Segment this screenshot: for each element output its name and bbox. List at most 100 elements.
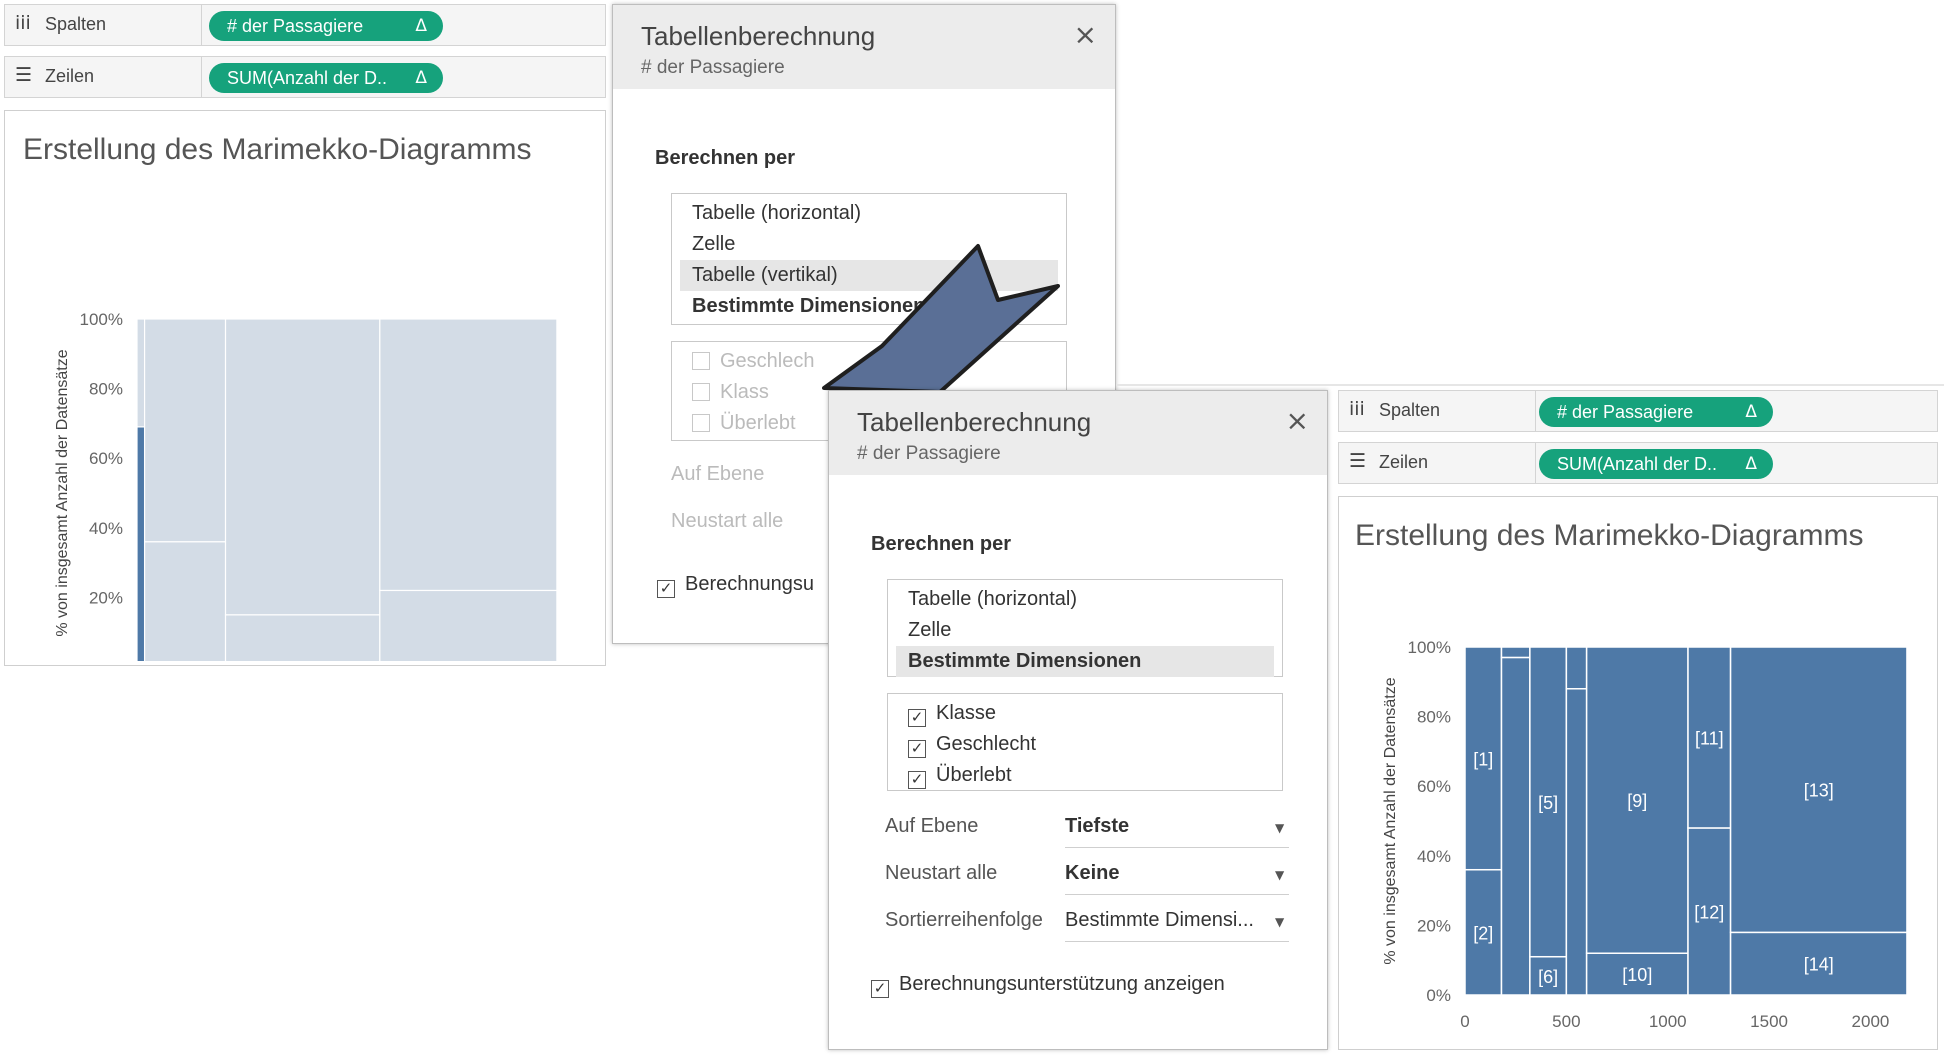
close-icon[interactable]: × [1286, 407, 1309, 435]
chart-panel-after: Erstellung des Marimekko-Diagramms 0% 20%… [1338, 496, 1938, 1050]
dropdown-caret-icon[interactable]: ▼ [1275, 868, 1284, 882]
rows-pill[interactable]: SUM(Anzahl der D.. Δ [1539, 449, 1773, 479]
dimension-label: Geschlecht [936, 733, 1037, 755]
show-assist-label: Berechnungsunterstützung anzeigen [899, 973, 1225, 995]
columns-icon: iii [1349, 398, 1365, 420]
rows-icon: ☰ [1349, 450, 1367, 472]
dimension-label: Überlebt [936, 764, 1012, 786]
dimension-label: Überlebt [720, 412, 796, 434]
x-tick-label: 500 [1552, 1012, 1580, 1031]
columns-pill[interactable]: # der Passagiere Δ [1539, 397, 1773, 427]
rows-icon: ☰ [15, 64, 33, 86]
segment-label: [14] [1804, 955, 1834, 975]
columns-icon: iii [15, 12, 31, 34]
columns-pill-label: # der Passagiere [1557, 402, 1694, 422]
y-axis-title: % von insgesamt Anzahl der Datensätze [1382, 677, 1399, 964]
checkbox-checked-icon[interactable]: ✓ [657, 580, 675, 598]
dialog-title: Tabellenberechnung [857, 407, 1092, 437]
rows-pill[interactable]: SUM(Anzahl der D.. Δ [209, 63, 443, 93]
dimension-gender[interactable]: ✓ Geschlecht [888, 729, 1282, 760]
checkbox-icon[interactable] [692, 352, 710, 370]
dialog-header: Tabellenberechnung # der Passagiere × [829, 391, 1327, 475]
dropdown-caret-icon[interactable]: ▼ [1275, 821, 1284, 835]
rows-shelf: ☰ Zeilen SUM(Anzahl der D.. Δ [4, 56, 606, 98]
checkbox-icon[interactable] [692, 414, 710, 432]
sort-dropdown[interactable]: Bestimmte Dimensi... [1065, 909, 1254, 932]
marimekko-segment [224, 614, 381, 661]
shelf-divider [1535, 391, 1536, 431]
background-strip [1116, 384, 1944, 386]
checkbox-checked-icon[interactable]: ✓ [908, 709, 926, 727]
dropdown-caret-icon[interactable]: ▼ [1275, 915, 1284, 929]
x-tick-label: 1500 [1750, 1012, 1788, 1031]
shelf-divider [201, 57, 202, 97]
x-tick-label: 0 [1460, 1012, 1469, 1031]
checkbox-checked-icon[interactable]: ✓ [908, 740, 926, 758]
show-assist-row[interactable]: ✓ Berechnungsu [657, 573, 814, 598]
marimekko-segment [379, 318, 558, 592]
y-tick-label: 40% [1417, 847, 1451, 866]
chart-panel-before: Erstellung des Marimekko-Diagramms 0% 20%… [4, 110, 606, 666]
columns-pill[interactable]: # der Passagiere Δ [209, 11, 443, 41]
dropdown-underline [1065, 941, 1289, 942]
compute-by-label: Berechnen per [871, 533, 1012, 555]
level-label: Auf Ebene [671, 463, 765, 485]
segment-label: [11] [1695, 728, 1724, 748]
shelf-divider [1535, 443, 1536, 483]
level-dropdown[interactable]: Tiefste [1065, 815, 1129, 838]
show-assist-row[interactable]: ✓ Berechnungsunterstützung anzeigen [871, 973, 1225, 998]
checkbox-checked-icon[interactable]: ✓ [908, 771, 926, 789]
dialog-title: Tabellenberechnung [641, 21, 876, 51]
x-tick-label: 2000 [1852, 1012, 1890, 1031]
dialog-subtitle: # der Passagiere [857, 443, 1001, 464]
y-tick-label: 100% [1408, 638, 1451, 657]
dimension-class[interactable]: ✓ Klasse [888, 698, 1282, 729]
restart-label: Neustart alle [885, 862, 998, 884]
sort-label: Sortierreihenfolge [885, 909, 1043, 931]
y-tick-label: 60% [1417, 777, 1451, 796]
dimension-survived[interactable]: ✓ Überlebt [888, 760, 1282, 791]
option-table-horizontal[interactable]: Tabelle (horizontal) [672, 198, 1066, 229]
columns-shelf: iii Spalten # der Passagiere Δ [4, 4, 606, 46]
chart-title: Erstellung des Marimekko-Diagramms [1355, 519, 1864, 552]
restart-dropdown[interactable]: Keine [1065, 862, 1119, 885]
y-tick-label: 40% [89, 519, 123, 538]
y-tick-label: 0% [1426, 986, 1451, 1005]
checkbox-icon[interactable] [692, 383, 710, 401]
option-cell[interactable]: Zelle [888, 615, 1282, 646]
dropdown-underline [1065, 894, 1289, 895]
delta-icon: Δ [1745, 454, 1757, 474]
columns-pill-label: # der Passagiere [227, 16, 364, 36]
segment-label: [9] [1627, 791, 1647, 811]
segment-label: [13] [1804, 781, 1834, 801]
marimekko-segment [1565, 646, 1588, 690]
option-table-horizontal[interactable]: Tabelle (horizontal) [888, 584, 1282, 615]
rows-shelf: ☰ Zeilen SUM(Anzahl der D.. Δ [1338, 442, 1938, 484]
segment-label: [2] [1473, 923, 1493, 943]
dimension-list: ✓ Klasse ✓ Geschlecht ✓ Überlebt [887, 693, 1283, 791]
columns-shelf-label: Spalten [1379, 400, 1441, 420]
table-calc-dialog-after: Tabellenberechnung # der Passagiere × Be… [828, 390, 1328, 1050]
columns-shelf-label: Spalten [45, 14, 107, 34]
y-axis-title: % von insgesamt Anzahl der Datensätze [54, 349, 71, 636]
segment-label: [5] [1538, 793, 1558, 813]
checkbox-checked-icon[interactable]: ✓ [871, 980, 889, 998]
delta-icon: Δ [1745, 402, 1757, 422]
rows-pill-label: SUM(Anzahl der D.. [227, 68, 388, 88]
segment-label: [6] [1538, 967, 1558, 987]
y-tick-label: 0% [98, 658, 123, 661]
level-label: Auf Ebene [885, 815, 979, 837]
rows-pill-label: SUM(Anzahl der D.. [1557, 454, 1718, 474]
marimekko-chart-after: 0%20%40%60%80%100%0500100015002000# der … [1382, 638, 1908, 1031]
marimekko-segment [136, 318, 146, 428]
restart-label: Neustart alle [671, 510, 784, 532]
marimekko-chart-before: 0%20%40%60%80%100%0200400600800# der Pas… [54, 310, 558, 661]
compute-by-label: Berechnen per [655, 147, 796, 169]
dimension-label: Klass [720, 381, 769, 403]
close-icon[interactable]: × [1074, 21, 1097, 49]
option-specific-dimensions[interactable]: Bestimmte Dimensionen [896, 646, 1274, 677]
delta-icon: Δ [415, 68, 427, 88]
chart-title: Erstellung des Marimekko-Diagramms [23, 133, 532, 166]
marimekko-segment [136, 426, 146, 661]
marimekko-segment [1500, 656, 1531, 996]
